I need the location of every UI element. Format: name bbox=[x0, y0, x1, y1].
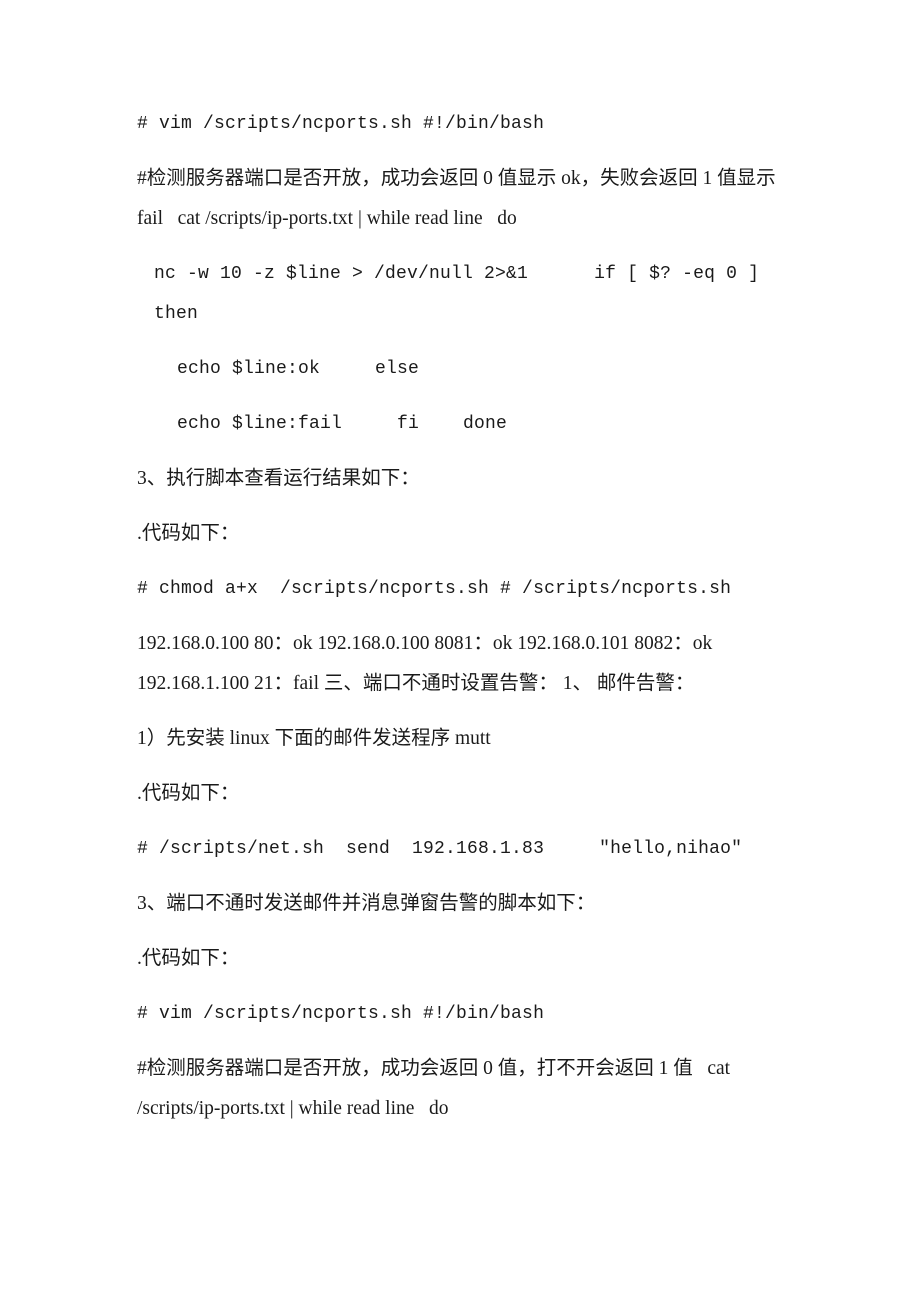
paragraph-code-as-follows-1: .代码如下： bbox=[137, 523, 240, 544]
paragraph-code-as-follows-2: .代码如下： bbox=[137, 783, 240, 804]
paragraph-port-check-comment-2: #检测服务器端口是否开放，成功会返回 0 值，打不开会返回 1 值 cat /s… bbox=[137, 1058, 735, 1119]
paragraph-net-sh-send: # /scripts/net.sh send 192.168.1.83 "hel… bbox=[137, 839, 743, 859]
paragraph-port-check-comment-1: #检测服务器端口是否开放，成功会返回 0 值显示 ok，失败会返回 1 值显示 … bbox=[137, 168, 781, 229]
paragraph-echo-ok-line: echo $line:ok else bbox=[177, 359, 420, 379]
paragraph-echo-fail-line: echo $line:fail fi done bbox=[177, 414, 508, 434]
paragraph-step-3-run-script: 3、执行脚本查看运行结果如下： bbox=[137, 468, 420, 489]
paragraph-code-as-follows-3: .代码如下： bbox=[137, 948, 240, 969]
paragraph-install-mutt: 1）先安装 linux 下面的邮件发送程序 mutt bbox=[137, 728, 491, 749]
paragraph-step-3-mail-popup-alert: 3、端口不通时发送邮件并消息弹窗告警的脚本如下： bbox=[137, 893, 596, 914]
paragraph-vim-ncports-1: # vim /scripts/ncports.sh #!/bin/bash bbox=[137, 114, 545, 134]
paragraph-vim-ncports-2: # vim /scripts/ncports.sh #!/bin/bash bbox=[137, 1004, 545, 1024]
document-page: # vim /scripts/ncports.sh #!/bin/bash #检… bbox=[0, 0, 920, 1302]
paragraph-chmod-run-ncports: # chmod a+x /scripts/ncports.sh # /scrip… bbox=[137, 579, 732, 599]
paragraph-ip-port-results: 192.168.0.100 80：ok 192.168.0.100 8081：o… bbox=[137, 633, 718, 694]
document-text-body: # vim /scripts/ncports.sh #!/bin/bash #检… bbox=[137, 104, 787, 1129]
paragraph-nc-check-line: nc -w 10 -z $line > /dev/null 2>&1 if [ … bbox=[154, 264, 771, 324]
